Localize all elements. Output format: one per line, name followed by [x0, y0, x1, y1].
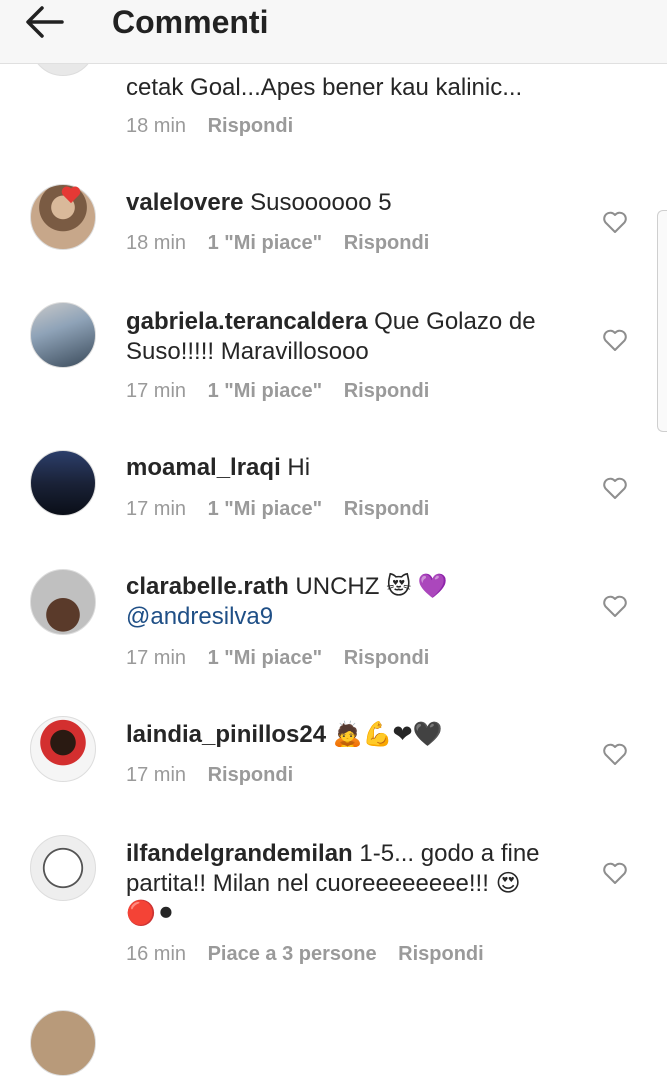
comment-text: gabriela.terancaldera Que Golazo de Suso…: [126, 308, 536, 365]
likes-count[interactable]: 1 "Mi piace": [208, 380, 323, 402]
mention-link[interactable]: @andresilva9: [126, 603, 273, 630]
page-title: Commenti: [112, 4, 269, 40]
avatar[interactable]: [30, 1010, 96, 1076]
back-arrow-icon[interactable]: [22, 2, 68, 42]
comment-username[interactable]: gabriela.terancaldera: [126, 308, 367, 335]
reply-link[interactable]: Rispondi: [208, 115, 294, 137]
reply-link[interactable]: Rispondi: [344, 498, 430, 520]
heart-icon[interactable]: [602, 742, 628, 766]
comment-time: 17 min: [126, 380, 187, 402]
comment-username[interactable]: clarabelle.rath: [126, 573, 289, 600]
comment-time: 18 min: [126, 232, 187, 254]
comment-text: clarabelle.rath UNCHZ 😻 💜 @andresilva9: [126, 573, 448, 630]
comment-meta: 17 min 1 "Mi piace" Rispondi: [126, 380, 445, 403]
comment-text: moamal_lraqi Hi: [126, 454, 311, 481]
reply-link[interactable]: Rispondi: [344, 647, 430, 669]
avatar[interactable]: [30, 835, 96, 901]
top-bar: Commenti: [0, 0, 667, 64]
avatar[interactable]: [30, 716, 96, 782]
comment-username[interactable]: valelovere: [126, 189, 243, 216]
comment-time: 16 min: [126, 943, 187, 965]
likes-count[interactable]: Piace a 3 persone: [208, 943, 377, 965]
comment-meta: 18 min 1 "Mi piace" Rispondi: [126, 232, 445, 255]
heart-icon[interactable]: [602, 594, 628, 618]
scrollbar[interactable]: [657, 210, 667, 432]
comment-time: 17 min: [126, 498, 187, 520]
heart-icon[interactable]: [602, 861, 628, 885]
comment-text: cetak Goal...Apes bener kau kalinic...: [126, 74, 523, 101]
comment-meta: 17 min 1 "Mi piace" Rispondi: [126, 647, 445, 670]
comment-meta: 17 min Rispondi: [126, 764, 309, 787]
comment-meta: 17 min 1 "Mi piace" Rispondi: [126, 498, 445, 521]
likes-count[interactable]: 1 "Mi piace": [208, 498, 323, 520]
avatar[interactable]: [30, 450, 96, 516]
comment-time: 17 min: [126, 764, 187, 786]
heart-icon[interactable]: [602, 210, 628, 234]
reply-link[interactable]: Rispondi: [208, 764, 294, 786]
likes-count[interactable]: 1 "Mi piace": [208, 647, 323, 669]
reply-link[interactable]: Rispondi: [344, 380, 430, 402]
comment-time: 17 min: [126, 647, 187, 669]
heart-icon[interactable]: [602, 476, 628, 500]
comment-meta: 18 min Rispondi: [126, 115, 309, 138]
avatar[interactable]: [30, 569, 96, 635]
likes-count[interactable]: 1 "Mi piace": [208, 232, 323, 254]
comment-text: laindia_pinillos24 🙇💪❤🖤: [126, 721, 443, 748]
heart-badge-icon: [61, 186, 81, 204]
comment-username[interactable]: ilfandelgrandemilan: [126, 840, 353, 867]
comment-time: 18 min: [126, 115, 187, 137]
heart-icon[interactable]: [602, 328, 628, 352]
comment-text: ilfandelgrandemilan 1-5... godo a fine p…: [126, 840, 540, 927]
avatar[interactable]: [30, 302, 96, 368]
comment-username[interactable]: laindia_pinillos24: [126, 721, 326, 748]
comment-username[interactable]: moamal_lraqi: [126, 454, 281, 481]
comment-text: valelovere Susoooooo 5: [126, 189, 392, 216]
reply-link[interactable]: Rispondi: [344, 232, 430, 254]
comment-meta: 16 min Piace a 3 persone Rispondi: [126, 943, 500, 966]
reply-link[interactable]: Rispondi: [398, 943, 484, 965]
